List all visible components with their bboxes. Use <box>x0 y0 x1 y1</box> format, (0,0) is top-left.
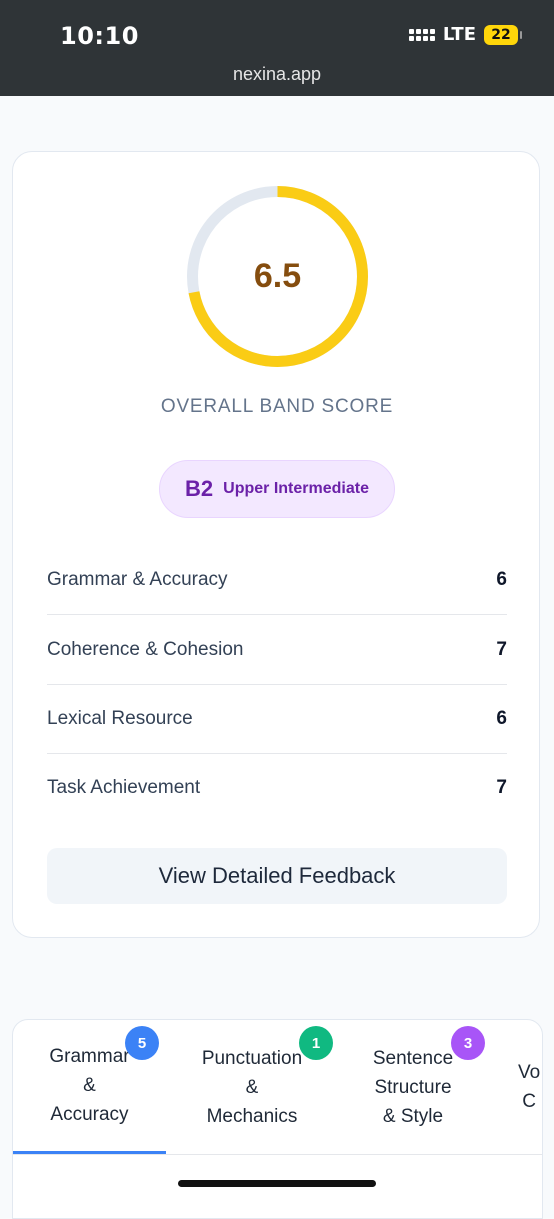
view-feedback-button[interactable]: View Detailed Feedback <box>47 848 507 904</box>
status-bar: 10:10 LTE 22 nexina.app <box>0 0 554 96</box>
criterion-score: 7 <box>496 638 507 660</box>
criterion-name: Lexical Resource <box>47 707 193 729</box>
overall-score: 6.5 <box>253 257 302 295</box>
criterion-row-coherence: Coherence & Cohesion 7 <box>47 615 507 685</box>
tab-label: Sentence Structure & Style <box>372 1047 454 1127</box>
criterion-name: Coherence & Cohesion <box>47 638 244 660</box>
criterion-score: 6 <box>496 707 507 729</box>
clock: 10:10 <box>60 22 139 50</box>
home-indicator[interactable] <box>178 1180 376 1187</box>
tab-count-badge: 1 <box>299 1026 333 1060</box>
criterion-name: Grammar & Accuracy <box>47 568 228 590</box>
tab-count-badge: 5 <box>125 1026 159 1060</box>
feedback-tabs: Grammar & Accuracy 5 Punctuation & Mecha… <box>12 1019 543 1219</box>
overall-band-label: OVERALL BAND SCORE <box>160 396 394 417</box>
tab-count-badge: 3 <box>451 1026 485 1060</box>
criterion-name: Task Achievement <box>47 777 201 798</box>
criterion-row-task: Task Achievement 7 <box>47 753 507 823</box>
tab-label: Grammar & Accuracy <box>49 1046 130 1125</box>
level-badge: B2 Upper Intermediate <box>159 460 395 518</box>
criterion-row-grammar: Grammar & Accuracy 6 <box>47 545 507 615</box>
tabs-divider <box>13 1154 542 1155</box>
criterion-row-lexical: Lexical Resource 6 <box>47 684 507 754</box>
network-label: LTE <box>442 24 476 45</box>
tab-vocabulary[interactable]: Vo C <box>518 1020 542 1154</box>
battery-icon: 22 <box>484 24 522 45</box>
status-icons: LTE 22 <box>408 24 522 45</box>
tab-label: Punctuation & Mechanics <box>201 1047 303 1127</box>
signal-icon <box>408 28 435 41</box>
level-code: B2 <box>185 476 214 501</box>
score-card: 6.5 OVERALL BAND SCORE B2 Upper Intermed… <box>12 151 540 938</box>
tab-label: Vo C <box>518 1062 541 1112</box>
level-name: Upper Intermediate <box>223 480 369 497</box>
address-bar[interactable]: nexina.app <box>0 64 554 85</box>
criterion-score: 6 <box>496 568 507 590</box>
criterion-score: 7 <box>496 777 507 798</box>
